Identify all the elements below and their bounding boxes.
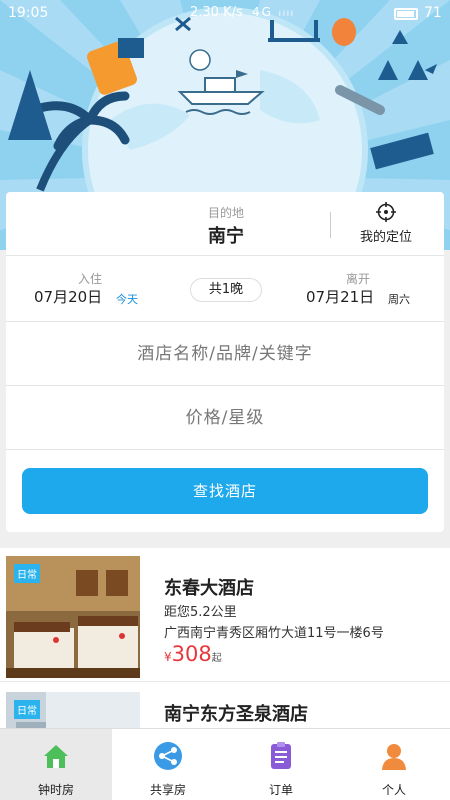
date-row: 入住 07月20日 今天 共1晚 离开 07月21日 周六 bbox=[6, 256, 444, 322]
share-icon bbox=[154, 742, 182, 770]
screen: 19:05 2.30 K/s 4G ᵢₗₗₗ 71 目的地 南宁 我的定位 入住 bbox=[0, 0, 450, 800]
home-icon bbox=[44, 745, 68, 768]
hotel-name: 南宁东方圣泉酒店 bbox=[164, 704, 308, 725]
checkout-label: 离开 bbox=[345, 272, 370, 286]
hotel-list: 日常 东春大酒店 距您5.2公里 广西南宁青秀区厢竹大道11号一楼6号 ¥308… bbox=[0, 548, 450, 800]
my-location-button[interactable]: 我的定位 bbox=[346, 202, 426, 248]
price-currency: ¥ bbox=[164, 650, 172, 664]
search-hotels-button[interactable]: 查找酒店 bbox=[22, 468, 428, 514]
battery-icon bbox=[394, 8, 418, 20]
hotel-price: ¥308起 bbox=[164, 642, 222, 666]
hotel-photo: 日常 bbox=[6, 556, 140, 678]
checkin-date[interactable]: 07月20日 bbox=[34, 286, 102, 307]
nights-badge: 共1晚 bbox=[190, 278, 262, 302]
divider bbox=[330, 212, 331, 238]
person-icon bbox=[382, 744, 406, 770]
status-time: 19:05 bbox=[8, 5, 49, 21]
nav-label-orders: 订单 bbox=[268, 783, 293, 797]
checkout-date[interactable]: 07月21日 bbox=[306, 286, 374, 307]
hotel-card[interactable]: 日常 东春大酒店 距您5.2公里 广西南宁青秀区厢竹大道11号一楼6号 ¥308… bbox=[0, 548, 450, 682]
checkin-label: 入住 bbox=[77, 272, 102, 286]
price-unit: 起 bbox=[211, 653, 222, 664]
nav-tab-shared[interactable]: 共享房 bbox=[112, 729, 224, 800]
nav-tab-orders[interactable]: 订单 bbox=[225, 729, 337, 800]
destination-label: 目的地 bbox=[207, 206, 244, 220]
checkin-day-tag: 今天 bbox=[116, 293, 138, 306]
price-value: 308 bbox=[171, 642, 212, 666]
destination-row: 目的地 南宁 我的定位 bbox=[6, 192, 444, 256]
hotel-tag: 日常 bbox=[14, 564, 40, 583]
my-location-label: 我的定位 bbox=[359, 230, 412, 245]
checkout-day-tag: 周六 bbox=[388, 293, 410, 306]
status-bar: 19:05 2.30 K/s 4G ᵢₗₗₗ 71 bbox=[0, 0, 450, 28]
nav-label-hourly: 钟时房 bbox=[37, 783, 74, 797]
signal-icon: 4G ᵢₗₗₗ bbox=[252, 5, 295, 19]
nav-tab-profile[interactable]: 个人 bbox=[338, 729, 450, 800]
hotel-name: 东春大酒店 bbox=[164, 578, 254, 599]
hotel-search-card: 目的地 南宁 我的定位 入住 07月20日 今天 共1晚 离开 07月21日 周… bbox=[6, 192, 444, 532]
hotel-distance: 距您5.2公里 bbox=[164, 605, 237, 620]
nav-label-profile: 个人 bbox=[381, 783, 406, 797]
battery-level: 71 bbox=[424, 5, 442, 21]
nav-tab-hourly[interactable]: 钟时房 bbox=[0, 729, 112, 800]
bottom-nav: 钟时房 共享房 订单 个人 bbox=[0, 728, 450, 800]
crosshair-icon bbox=[376, 202, 396, 222]
destination-field[interactable]: 南宁 bbox=[186, 222, 266, 248]
price-star-filter[interactable]: 价格/星级 bbox=[6, 386, 444, 450]
hotel-address: 广西南宁青秀区厢竹大道11号一楼6号 bbox=[164, 626, 384, 641]
keyword-input[interactable]: 酒店名称/品牌/关键字 bbox=[6, 322, 444, 386]
nav-label-shared: 共享房 bbox=[149, 783, 186, 797]
hotel-tag: 日常 bbox=[14, 700, 40, 719]
order-list-icon bbox=[271, 742, 291, 769]
network-speed: 2.30 K/s bbox=[190, 5, 243, 20]
